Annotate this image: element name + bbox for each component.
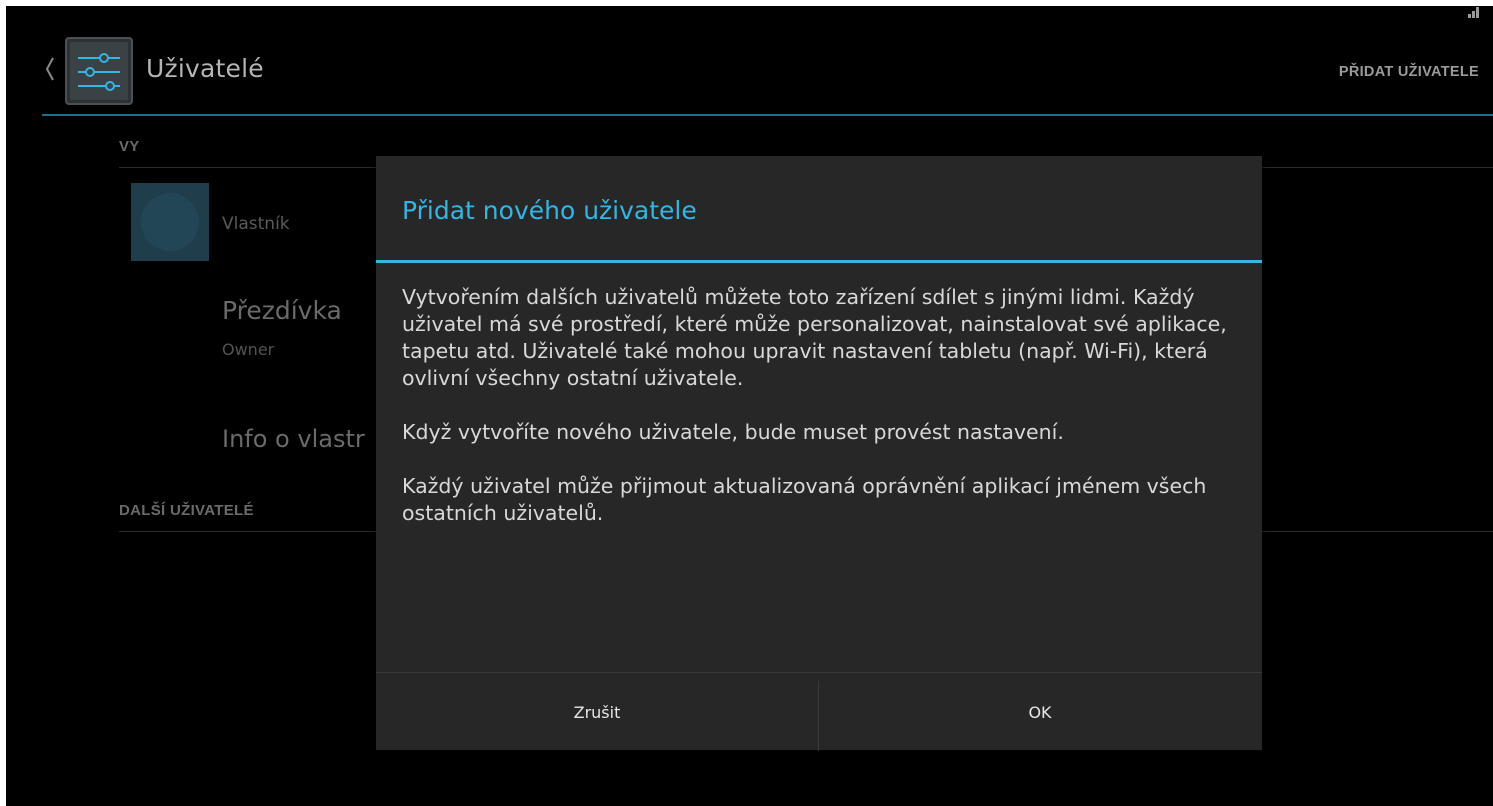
section-header-you: VY: [119, 138, 140, 155]
owner-info-item[interactable]: Info o vlastr: [222, 425, 365, 453]
add-user-dialog: Přidat nového uživatele Vytvořením další…: [376, 156, 1262, 751]
ok-button[interactable]: OK: [819, 673, 1261, 751]
cancel-button[interactable]: Zrušit: [376, 673, 818, 751]
dialog-paragraph: Když vytvoříte nového uživatele, bude mu…: [402, 420, 1064, 444]
action-bar-divider: [42, 114, 1493, 116]
avatar[interactable]: [131, 183, 209, 261]
chevron-left-icon[interactable]: [44, 56, 56, 82]
dialog-title: Přidat nového uživatele: [402, 196, 697, 225]
dialog-message: Vytvořením dalších uživatelů můžete toto…: [402, 284, 1252, 554]
action-bar: Uživatelé PŘIDAT UŽIVATELE: [6, 6, 1493, 114]
add-user-button[interactable]: PŘIDAT UŽIVATELE: [1339, 64, 1479, 80]
dialog-button-bar: Zrušit OK: [376, 672, 1262, 751]
settings-sliders-icon[interactable]: [64, 36, 134, 106]
signal-icon: [1468, 7, 1479, 18]
section-header-other-users: DALŠÍ UŽIVATELÉ: [119, 502, 254, 519]
nickname-summary: Owner: [222, 340, 275, 359]
page-title: Uživatelé: [146, 54, 264, 83]
dialog-paragraph: Každý uživatel může přijmout aktualizova…: [402, 474, 1207, 525]
avatar-placeholder: [141, 193, 199, 251]
nickname-title[interactable]: Přezdívka: [222, 296, 342, 325]
android-screen: Uživatelé PŘIDAT UŽIVATELE VY Vlastník P…: [6, 6, 1493, 806]
owner-label: Vlastník: [222, 214, 290, 234]
dialog-paragraph: Vytvořením dalších uživatelů můžete toto…: [402, 285, 1227, 390]
dialog-title-divider: [376, 260, 1262, 263]
